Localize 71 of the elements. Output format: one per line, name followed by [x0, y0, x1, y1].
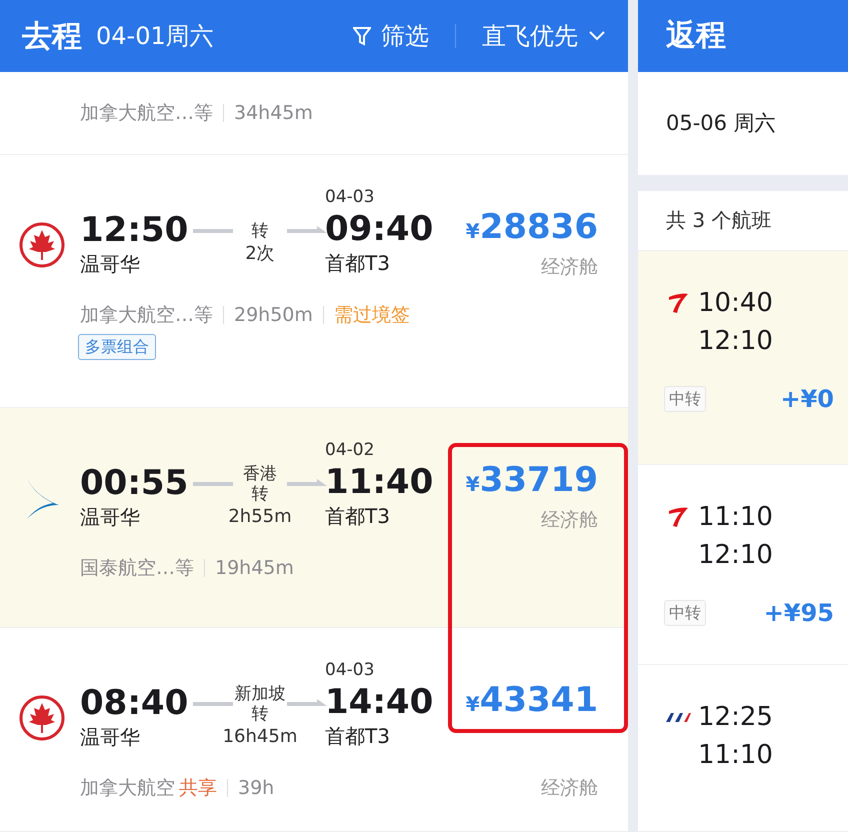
transfer-info: 2次 [245, 242, 275, 266]
return-date: 05-06 周六 [666, 110, 776, 137]
departure-city: 温哥华 [80, 251, 141, 278]
chevron-down-icon [588, 30, 606, 42]
header-title: 去程 [22, 18, 82, 56]
transfer-label: 转 [252, 704, 268, 724]
arrow-line-icon [287, 226, 327, 236]
arrival-time: 11:10 [697, 739, 774, 772]
cabin-class: 经济舱 [541, 508, 598, 533]
transfer-label: 转 [252, 484, 268, 504]
visa-notice: 需过境签 [334, 303, 410, 328]
arrival-time: 09:40 [325, 209, 434, 249]
price-difference: +¥0 [780, 384, 834, 415]
departure-city: 温哥华 [80, 504, 141, 531]
departure-time: 12:25 [698, 701, 773, 734]
price-difference: +¥95 [764, 598, 834, 630]
maple-leaf-icon [19, 222, 65, 268]
return-flight-card[interactable]: 10:40 12:10 中转 +¥0 [638, 250, 848, 466]
departure-time: 11:10 [698, 501, 773, 534]
airline-name: 国泰航空…等 [80, 556, 194, 581]
arrow-line-icon [287, 479, 327, 489]
transfer-info: 16h45m [222, 725, 298, 749]
arrival-airport: 首都T3 [325, 250, 391, 277]
departure-time: 12:50 [80, 210, 190, 250]
header-title: 返程 [666, 17, 726, 56]
flight-card[interactable]: 00:55 温哥华 香港 转 2h55m 04-02 11:40 首都T3 ¥33719 经济舱 国泰航空…等 19h45m [0, 408, 628, 628]
swoosh-icon [666, 505, 690, 530]
arrival-airport: 首都T3 [325, 723, 391, 750]
transfer-city: 新加坡 [234, 684, 286, 704]
departure-date: 04-01周六 [96, 21, 214, 52]
departure-time: 00:55 [80, 463, 190, 503]
arrival-date: 04-03 [325, 659, 376, 682]
swoosh-icon [666, 290, 690, 315]
arrival-date: 04-03 [325, 186, 376, 209]
arrival-time: 12:10 [697, 324, 774, 358]
flight-duration: 34h45m [234, 100, 313, 126]
departure-time: 10:40 [698, 286, 773, 320]
transfer-city: 香港 [243, 464, 277, 484]
airline-name: 加拿大航空 [80, 776, 175, 801]
airline-name: 加拿大航空…等 [80, 303, 213, 328]
arrival-date: 04-02 [325, 439, 376, 462]
departure-city: 温哥华 [80, 724, 141, 751]
flight-duration: 29h50m [234, 303, 313, 328]
airline-logo-icon [665, 711, 691, 724]
flight-duration: 39h [238, 776, 274, 801]
price: ¥28836 [466, 207, 598, 249]
transfer-label: 转 [252, 221, 268, 241]
maple-leaf-icon [19, 695, 65, 741]
arrow-line-icon [287, 699, 327, 709]
cabin-class: 经济舱 [541, 776, 598, 801]
arrival-time: 12:10 [697, 539, 774, 572]
arrival-airport: 首都T3 [325, 503, 391, 530]
price: ¥33719 [466, 460, 598, 502]
departure-time: 08:40 [80, 683, 190, 723]
combo-badge: 多票组合 [78, 334, 156, 360]
flight-duration: 19h45m [215, 556, 294, 581]
arrival-time: 14:40 [325, 682, 434, 722]
filter-button[interactable]: 筛选 [353, 18, 429, 54]
price: ¥43341 [466, 680, 598, 722]
flight-count: 共 3 个航班 [666, 207, 772, 234]
arrival-time: 11:40 [325, 462, 434, 502]
sort-dropdown[interactable]: 直飞优先 [482, 18, 606, 54]
transfer-tag: 中转 [664, 600, 706, 626]
transfer-info: 2h55m [228, 505, 292, 529]
codeshare-label: 共享 [179, 776, 217, 801]
cabin-class: 经济舱 [541, 255, 598, 280]
return-flight-card[interactable]: 12:25 11:10 [638, 665, 848, 832]
return-flight-card[interactable]: 11:10 12:10 中转 +¥95 [638, 465, 848, 666]
airline-name: 加拿大航空…等 [80, 100, 213, 126]
transfer-tag: 中转 [664, 386, 706, 412]
filter-icon [353, 26, 371, 46]
